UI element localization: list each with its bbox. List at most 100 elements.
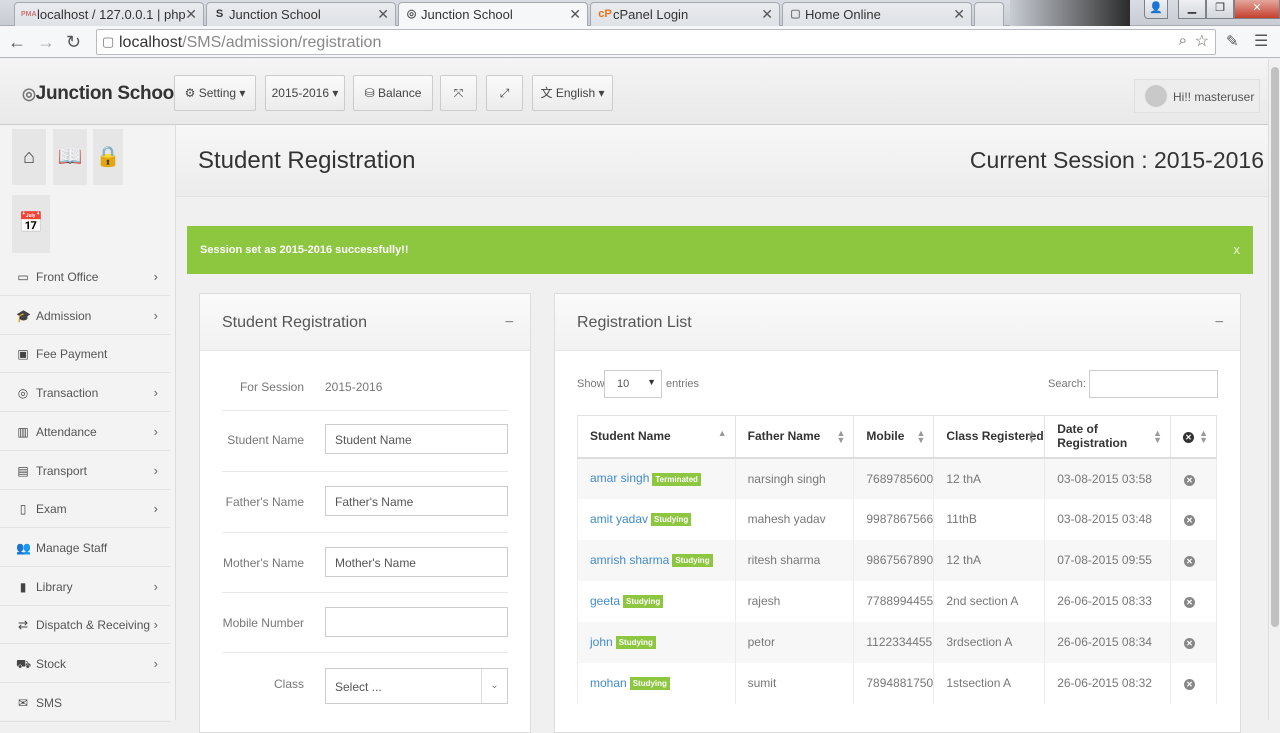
tab-title: Junction School [229,7,321,22]
sidebar-item-transaction[interactable]: ◎ Transaction › [0,374,170,413]
collapse-icon[interactable]: − [505,294,514,351]
student-link[interactable]: john [590,635,613,649]
url-path: /SMS/admission/registration [182,34,382,51]
remove-icon[interactable]: ✕ [1184,474,1196,486]
sidebar-item-sms[interactable]: ✉ SMS [0,684,170,722]
cell-student-name: john Studying [577,621,736,663]
sidebar-item-library[interactable]: ▮ Library › [0,568,170,606]
browser-tab-home-online[interactable]: ▢ Home Online ✕ [782,2,972,26]
search-input[interactable] [1089,370,1218,398]
sidebar-item-admission[interactable]: 🎓 Admission › [0,297,170,335]
translate-icon: 文 [540,86,553,100]
student-link[interactable]: mohan [590,676,627,690]
mother-name-row: Mother's Name Mother's Name [222,533,508,593]
sidebar-item-exam[interactable]: ▯ Exam › [0,490,170,529]
close-tab-icon[interactable]: ✕ [569,6,581,23]
coin-icon: ◎ [17,386,29,401]
column-remove[interactable]: ✕ ▲ ▼ [1170,415,1217,459]
database-icon: ⛁ [364,86,375,100]
browser-tab-junction-active[interactable]: ◎ Junction School ✕ [398,2,588,26]
chevron-right-icon: › [153,617,158,633]
remove-icon[interactable]: ✕ [1184,597,1196,608]
setting-dropdown[interactable]: ⚙ Setting ▾ [174,75,256,111]
sidebar-item-dispatch-receiving[interactable]: ⇄ Dispatch & Receiving › [0,606,170,645]
class-select[interactable]: Select ... ⌄ [325,668,508,704]
remove-icon[interactable]: ✕ [1184,638,1196,649]
new-tab-button[interactable] [974,2,1004,26]
page-scrollbar[interactable] [1268,59,1280,720]
father-name-row: Father's Name Father's Name [222,472,508,533]
student-link[interactable]: amit yadav [590,512,648,526]
menu-icon[interactable]: ☰ [1254,32,1268,52]
mobile-label: Mobile Number [222,616,304,630]
minimize-icon[interactable]: ▁ [1178,0,1206,19]
mother-name-input[interactable]: Mother's Name [325,547,508,577]
language-dropdown[interactable]: 文 English ▾ [532,75,613,111]
bookmark-star-icon[interactable]: ☆ [1195,31,1209,51]
column-father-name[interactable]: Father Name ▲ ▼ [734,415,855,459]
url-host: localhost [119,34,183,51]
remove-icon[interactable]: ✕ [1184,679,1196,690]
close-window-icon[interactable]: ✕ [1234,0,1280,19]
home-icon[interactable]: ⌂ [12,129,46,185]
scrollbar-thumb[interactable] [1271,67,1279,627]
address-bar[interactable]: ▢ localhost/SMS/admission/registration ⌕… [96,29,1216,55]
close-tab-icon[interactable]: ✕ [953,6,965,23]
tab-title: Home Online [805,7,881,22]
student-link[interactable]: amrish sharma [590,553,669,567]
close-tab-icon[interactable]: ✕ [761,6,773,23]
column-mobile[interactable]: Mobile ▲ ▼ [853,415,935,459]
sidebar-item-fee-payment[interactable]: ▣ Fee Payment [0,335,170,374]
chevron-right-icon: › [153,501,158,517]
extension-icon[interactable]: ✎ [1226,32,1239,52]
balance-button[interactable]: ⛁ Balance [353,75,433,111]
sidebar-item-transport[interactable]: ▤ Transport › [0,452,170,490]
collapse-icon[interactable]: − [1215,294,1224,351]
user-menu[interactable]: Hi!! masteruser ⌄ [1134,79,1260,137]
session-dropdown[interactable]: 2015-2016 ▾ [265,75,345,111]
browser-tab-junction-1[interactable]: S Junction School ✕ [206,2,396,26]
close-alert-icon[interactable]: x [1234,226,1241,274]
student-name-input[interactable]: Student Name [325,424,508,454]
user-profile-icon[interactable]: 👤 [1144,0,1168,19]
search-label: Search: [1048,378,1086,390]
sidebar-item-attendance[interactable]: ▥ Attendance › [0,413,170,451]
status-badge: Studying [615,636,656,650]
library-book-icon[interactable]: 📖 [53,129,87,185]
compress-button[interactable]: ⤧ [440,75,477,111]
fullscreen-button[interactable]: ⤢ [486,75,523,111]
father-name-label: Father's Name [225,495,304,509]
browser-tab-phpmyadmin[interactable]: PMA localhost / 127.0.0.1 | php ✕ [14,2,204,26]
tab-title: cPanel Login [613,7,689,22]
compress-icon: ⤧ [453,86,464,100]
father-name-input[interactable]: Father's Name [325,486,508,516]
student-link[interactable]: amar singh [590,471,649,485]
student-name-label: Student Name [227,433,304,447]
browser-tab-cpanel[interactable]: cP cPanel Login ✕ [590,2,780,26]
maximize-icon[interactable]: ❐ [1206,0,1234,19]
remove-icon[interactable]: ✕ [1184,515,1196,526]
reload-icon[interactable]: ↻ [66,32,81,52]
cell-date: 03-08-2015 03:58 [1044,457,1172,499]
remove-icon[interactable]: ✕ [1184,556,1196,567]
back-arrow-icon[interactable]: ← [8,32,26,52]
zoom-icon[interactable]: ⌕ [1179,32,1187,49]
close-tab-icon[interactable]: ✕ [377,6,389,23]
sidebar-item-stock[interactable]: ⛟ Stock › [0,645,170,683]
page-size-select[interactable]: 10 ▼ [604,370,662,398]
cell-father-name: ritesh sharma [734,539,855,581]
column-date-of-registration[interactable]: Date of Registration ▲ ▼ [1044,415,1172,459]
forward-arrow-icon[interactable]: → [37,32,55,52]
mobile-input[interactable] [325,607,508,637]
cell-date: 03-08-2015 03:48 [1044,498,1172,540]
lock-icon[interactable]: 🔒 [93,129,123,185]
column-class-registered[interactable]: Class Registered ▲ ▼ [933,415,1046,459]
close-tab-icon[interactable]: ✕ [185,6,197,23]
sidebar-item-manage-staff[interactable]: 👥 Manage Staff [0,529,170,567]
sidebar-item-front-office[interactable]: ▭ Front Office › [0,258,170,296]
column-student-name[interactable]: Student Name ▲ [577,415,736,459]
brand-logo[interactable]: ◎Junction School [22,83,179,105]
student-link[interactable]: geeta [590,594,620,608]
chevron-right-icon: › [153,307,158,323]
calendar-icon[interactable]: 📅 [12,195,50,253]
